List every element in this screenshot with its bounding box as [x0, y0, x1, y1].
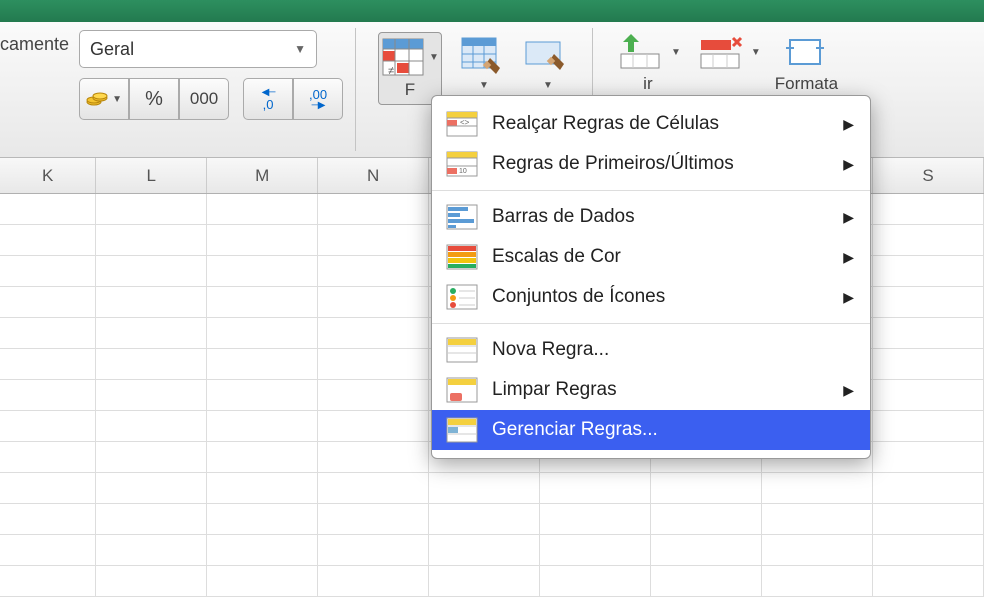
conditional-format-label: F: [405, 81, 415, 100]
insert-button[interactable]: ▼ ir: [615, 32, 681, 94]
icon-sets-icon: [446, 284, 478, 310]
menu-label: Regras de Primeiros/Últimos: [492, 153, 734, 175]
col-header-k[interactable]: K: [0, 158, 96, 193]
menu-data-bars[interactable]: Barras de Dados ▶: [432, 197, 870, 237]
menu-label: Barras de Dados: [492, 206, 635, 228]
menu-icon-sets[interactable]: Conjuntos de Ícones ▶: [432, 277, 870, 317]
data-bars-icon: [446, 204, 478, 230]
format-as-table-button[interactable]: ▼: [458, 32, 506, 95]
submenu-arrow-icon: ▶: [843, 289, 854, 306]
conditional-format-menu: <> Realçar Regras de Células ▶ 10 Regras…: [431, 95, 871, 459]
currency-button[interactable]: ▼: [79, 78, 129, 120]
col-header-n[interactable]: N: [318, 158, 429, 193]
wrap-text-partial-label: camente: [0, 22, 79, 157]
svg-text:10: 10: [459, 168, 467, 175]
highlight-rules-icon: <>: [446, 111, 478, 137]
col-header-m[interactable]: M: [207, 158, 318, 193]
clear-rules-icon: [446, 377, 478, 403]
menu-clear-rules[interactable]: Limpar Regras ▶: [432, 370, 870, 410]
table-brush-icon: [460, 36, 504, 76]
col-header-s[interactable]: S: [873, 158, 984, 193]
increase-decimal-button[interactable]: ◀─ ,0: [243, 78, 293, 120]
color-scales-icon: [446, 244, 478, 270]
chevron-down-icon: ▼: [543, 80, 553, 91]
cell-brush-icon: [524, 36, 568, 76]
menu-label: Gerenciar Regras...: [492, 419, 658, 441]
decrease-decimal-button[interactable]: ,00 ─▶: [293, 78, 343, 120]
delete-button[interactable]: ▼: [695, 32, 761, 72]
top-bottom-icon: 10: [446, 151, 478, 177]
cell-styles-button[interactable]: ▼: [522, 32, 570, 95]
manage-rules-icon: [446, 417, 478, 443]
chevron-down-icon: ▼: [294, 42, 306, 56]
format-label: Formata: [775, 74, 838, 94]
percent-button[interactable]: %: [129, 78, 179, 120]
coins-icon: [86, 91, 108, 107]
menu-label: Nova Regra...: [492, 339, 609, 361]
menu-label: Escalas de Cor: [492, 246, 621, 268]
conditional-format-icon: ≠: [381, 37, 425, 77]
submenu-arrow-icon: ▶: [843, 382, 854, 399]
menu-manage-rules[interactable]: Gerenciar Regras...: [432, 410, 870, 450]
chevron-down-icon: ▼: [751, 47, 761, 58]
chevron-down-icon: ▼: [479, 80, 489, 91]
separator: [355, 28, 356, 151]
arrow-left-icon: ◀─: [262, 88, 275, 98]
menu-new-rule[interactable]: Nova Regra...: [432, 330, 870, 370]
submenu-arrow-icon: ▶: [843, 209, 854, 226]
thousands-button[interactable]: 000: [179, 78, 229, 120]
arrow-right-icon: ─▶: [312, 101, 325, 111]
format-icon: [780, 32, 832, 72]
insert-label: ir: [643, 74, 652, 94]
number-format-value: Geral: [90, 39, 134, 60]
chevron-down-icon: ▼: [429, 52, 439, 63]
col-header-l[interactable]: L: [96, 158, 207, 193]
menu-label: Conjuntos de Ícones: [492, 286, 665, 308]
grid-row[interactable]: [0, 473, 984, 504]
number-format-select[interactable]: Geral ▼: [79, 30, 317, 68]
menu-separator: [432, 323, 870, 324]
menu-label: Realçar Regras de Células: [492, 113, 719, 135]
submenu-arrow-icon: ▶: [843, 156, 854, 173]
menu-top-bottom-rules[interactable]: 10 Regras de Primeiros/Últimos ▶: [432, 144, 870, 184]
conditional-formatting-button[interactable]: ≠ ▼ F: [378, 32, 442, 105]
menu-separator: [432, 190, 870, 191]
menu-label: Limpar Regras: [492, 379, 617, 401]
grid-row[interactable]: [0, 566, 984, 597]
delete-icon: [695, 32, 747, 72]
chevron-down-icon: ▼: [671, 47, 681, 58]
grid-row[interactable]: [0, 504, 984, 535]
menu-highlight-rules[interactable]: <> Realçar Regras de Células ▶: [432, 104, 870, 144]
submenu-arrow-icon: ▶: [843, 249, 854, 266]
number-format-group: Geral ▼ ▼ % 000 ◀─ ,0: [79, 22, 343, 157]
title-bar: [0, 0, 984, 22]
new-rule-icon: [446, 337, 478, 363]
format-button[interactable]: Formata: [775, 32, 838, 94]
chevron-down-icon: ▼: [112, 94, 122, 105]
menu-color-scales[interactable]: Escalas de Cor ▶: [432, 237, 870, 277]
insert-icon: [615, 32, 667, 72]
svg-text:≠: ≠: [388, 65, 394, 77]
grid-row[interactable]: [0, 535, 984, 566]
submenu-arrow-icon: ▶: [843, 116, 854, 133]
